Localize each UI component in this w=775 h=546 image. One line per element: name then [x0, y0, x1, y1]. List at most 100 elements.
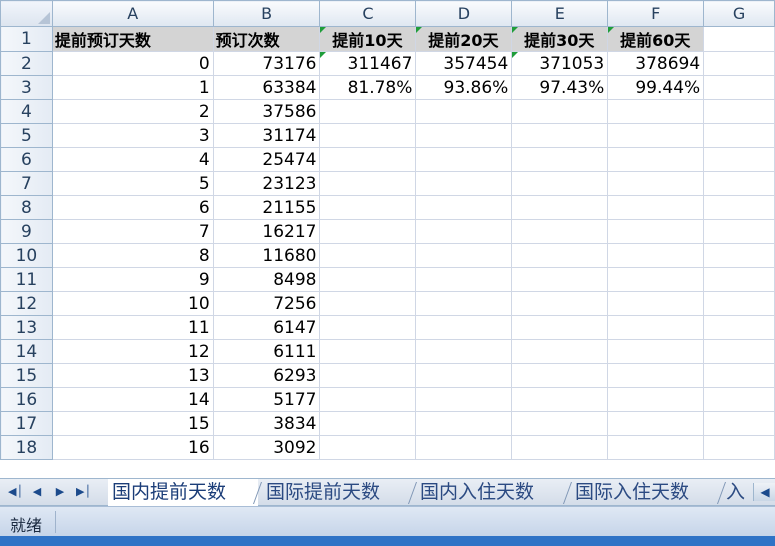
cell-a3[interactable]: 1: [51, 75, 214, 100]
cell-c15[interactable]: [319, 363, 417, 388]
sheet-tab-international-stay-days[interactable]: 国际入住天数: [571, 479, 725, 505]
cell-b1[interactable]: 预订次数: [212, 26, 321, 52]
cell-e17[interactable]: [511, 411, 609, 436]
cell-d3[interactable]: 93.86%: [415, 75, 513, 100]
cell-g10[interactable]: [703, 243, 775, 268]
cell-a13[interactable]: 11: [51, 315, 214, 340]
row-header-9[interactable]: 9: [0, 219, 53, 244]
cell-e15[interactable]: [511, 363, 609, 388]
cell-c13[interactable]: [319, 315, 417, 340]
cell-a4[interactable]: 2: [51, 99, 214, 124]
row-header-11[interactable]: 11: [0, 267, 53, 292]
cell-d7[interactable]: [415, 171, 513, 196]
row-header-4[interactable]: 4: [0, 99, 53, 124]
cell-c6[interactable]: [319, 147, 417, 172]
cell-a2[interactable]: 0: [51, 51, 214, 76]
cell-d15[interactable]: [415, 363, 513, 388]
cell-f1[interactable]: 提前60天: [607, 26, 705, 52]
row-header-6[interactable]: 6: [0, 147, 53, 172]
cell-f9[interactable]: [607, 219, 705, 244]
cell-b3[interactable]: 63384: [212, 75, 321, 100]
cell-f15[interactable]: [607, 363, 705, 388]
cell-b18[interactable]: 3092: [212, 435, 321, 460]
cell-f8[interactable]: [607, 195, 705, 220]
cell-e6[interactable]: [511, 147, 609, 172]
cell-b17[interactable]: 3834: [212, 411, 321, 436]
cell-c14[interactable]: [319, 339, 417, 364]
cell-d13[interactable]: [415, 315, 513, 340]
cell-e13[interactable]: [511, 315, 609, 340]
cell-f2[interactable]: 378694: [607, 51, 705, 76]
cell-f7[interactable]: [607, 171, 705, 196]
column-header-e[interactable]: E: [511, 0, 609, 27]
cell-a11[interactable]: 9: [51, 267, 214, 292]
cell-f5[interactable]: [607, 123, 705, 148]
cell-a18[interactable]: 16: [51, 435, 214, 460]
row-header-18[interactable]: 18: [0, 435, 53, 460]
cell-e2[interactable]: 371053: [511, 51, 609, 76]
column-header-c[interactable]: C: [319, 0, 417, 27]
row-header-15[interactable]: 15: [0, 363, 53, 388]
row-header-3[interactable]: 3: [0, 75, 53, 100]
cell-e18[interactable]: [511, 435, 609, 460]
cell-c16[interactable]: [319, 387, 417, 412]
sheet-tab-domestic-advance-days[interactable]: 国内提前天数: [108, 479, 258, 507]
cell-f4[interactable]: [607, 99, 705, 124]
cell-f12[interactable]: [607, 291, 705, 316]
cell-f17[interactable]: [607, 411, 705, 436]
last-sheet-icon[interactable]: ▶│: [76, 484, 91, 500]
row-header-5[interactable]: 5: [0, 123, 53, 148]
cell-e5[interactable]: [511, 123, 609, 148]
cell-b13[interactable]: 6147: [212, 315, 321, 340]
row-header-16[interactable]: 16: [0, 387, 53, 412]
cell-e4[interactable]: [511, 99, 609, 124]
cell-c18[interactable]: [319, 435, 417, 460]
cell-c5[interactable]: [319, 123, 417, 148]
row-header-13[interactable]: 13: [0, 315, 53, 340]
cell-a12[interactable]: 10: [51, 291, 214, 316]
cell-d6[interactable]: [415, 147, 513, 172]
row-header-17[interactable]: 17: [0, 411, 53, 436]
cell-a16[interactable]: 14: [51, 387, 214, 412]
cell-c1[interactable]: 提前10天: [319, 26, 417, 52]
column-header-d[interactable]: D: [415, 0, 513, 27]
cell-g9[interactable]: [703, 219, 775, 244]
cell-b12[interactable]: 7256: [212, 291, 321, 316]
cell-e12[interactable]: [511, 291, 609, 316]
cell-f11[interactable]: [607, 267, 705, 292]
sheet-tab-domestic-stay-days[interactable]: 国内入住天数: [416, 479, 570, 505]
cell-f16[interactable]: [607, 387, 705, 412]
row-header-10[interactable]: 10: [0, 243, 53, 268]
row-header-1[interactable]: 1: [0, 26, 53, 52]
row-header-14[interactable]: 14: [0, 339, 53, 364]
cell-b4[interactable]: 37586: [212, 99, 321, 124]
cell-a6[interactable]: 4: [51, 147, 214, 172]
cell-c17[interactable]: [319, 411, 417, 436]
column-header-g[interactable]: G: [703, 0, 775, 27]
horizontal-scroll-left-icon[interactable]: ◀: [753, 483, 775, 501]
cell-g7[interactable]: [703, 171, 775, 196]
cell-e11[interactable]: [511, 267, 609, 292]
cell-c7[interactable]: [319, 171, 417, 196]
cell-g18[interactable]: [703, 435, 775, 460]
cell-d4[interactable]: [415, 99, 513, 124]
row-header-12[interactable]: 12: [0, 291, 53, 316]
cell-d8[interactable]: [415, 195, 513, 220]
cell-g16[interactable]: [703, 387, 775, 412]
cell-d18[interactable]: [415, 435, 513, 460]
cell-g15[interactable]: [703, 363, 775, 388]
cell-f6[interactable]: [607, 147, 705, 172]
cell-d1[interactable]: 提前20天: [415, 26, 513, 52]
cell-b8[interactable]: 21155: [212, 195, 321, 220]
cell-g5[interactable]: [703, 123, 775, 148]
column-header-b[interactable]: B: [212, 0, 321, 27]
cell-b9[interactable]: 16217: [212, 219, 321, 244]
cell-a7[interactable]: 5: [51, 171, 214, 196]
cell-g8[interactable]: [703, 195, 775, 220]
row-header-2[interactable]: 2: [0, 51, 53, 76]
cell-c4[interactable]: [319, 99, 417, 124]
cell-e7[interactable]: [511, 171, 609, 196]
cell-d16[interactable]: [415, 387, 513, 412]
cell-g17[interactable]: [703, 411, 775, 436]
cell-d10[interactable]: [415, 243, 513, 268]
